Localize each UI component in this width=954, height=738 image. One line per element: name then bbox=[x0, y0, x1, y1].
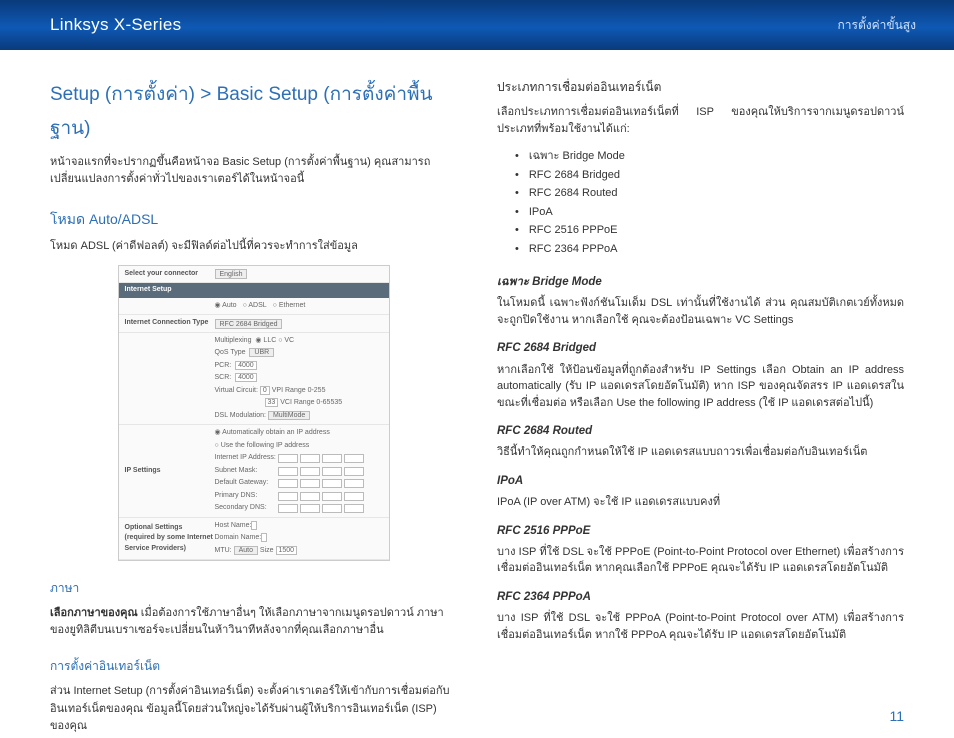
page-number: 11 bbox=[889, 708, 904, 724]
list-item: RFC 2684 Bridged bbox=[515, 166, 904, 185]
sub-2684r-p: วิธีนี้ทำให้คุณถูกกำหนดให้ใช้ IP แอดเดรส… bbox=[497, 444, 904, 461]
page-title: Setup (การตั้งค่า) > Basic Setup (การตั้… bbox=[50, 78, 457, 146]
settings-screenshot: Select your connectorEnglish Internet Se… bbox=[118, 265, 390, 562]
sub-pppoa-p: บาง ISP ที่ใช้ DSL จะใช้ PPPoA (Point-to… bbox=[497, 610, 904, 643]
list-item: RFC 2684 Routed bbox=[515, 184, 904, 203]
list-item: RFC 2516 PPPoE bbox=[515, 221, 904, 240]
sub-pppoe-h: RFC 2516 PPPoE bbox=[497, 523, 904, 540]
header-subtitle: การตั้งค่าขั้นสูง bbox=[838, 16, 916, 35]
sub-pppoa-h: RFC 2364 PPPoA bbox=[497, 589, 904, 606]
sub-2684b-h: RFC 2684 Bridged bbox=[497, 340, 904, 357]
shot-ips: IP Settings bbox=[125, 466, 215, 477]
mode-heading: โหมด Auto/ADSL bbox=[50, 209, 457, 230]
page-body: Setup (การตั้งค่า) > Basic Setup (การตั้… bbox=[0, 50, 954, 735]
sub-pppoe-p: บาง ISP ที่ใช้ DSL จะใช้ PPPoE (Point-to… bbox=[497, 544, 904, 577]
shot-dsl: DSL Modulation: bbox=[215, 412, 267, 419]
sub-2684b-p: หากเลือกใช้ ให้ป้อนข้อมูลที่ถูกต้องสำหรั… bbox=[497, 362, 904, 412]
shot-opt-auto: Auto bbox=[222, 302, 236, 309]
conn-type-list: เฉพาะ Bridge Mode RFC 2684 Bridged RFC 2… bbox=[515, 147, 904, 258]
shot-scr: SCR: bbox=[215, 374, 232, 381]
sub-ipoa-p: IPoA (IP over ATM) จะใช้ IP แอดเดรสแบบคง… bbox=[497, 494, 904, 511]
internet-heading: การตั้งค่าอินเทอร์เน็ต bbox=[50, 657, 457, 675]
conn-type-heading: ประเภทการเชื่อมต่ออินเทอร์เน็ต bbox=[497, 78, 904, 96]
conn-type-text: เลือกประเภทการเชื่อมต่ออินเทอร์เน็ตที่ I… bbox=[497, 104, 904, 137]
sub-ipoa-h: IPoA bbox=[497, 473, 904, 490]
mode-desc: โหมด ADSL (ค่าดีฟอลต์) จะมีฟิลด์ต่อไปนี้… bbox=[50, 238, 457, 255]
shot-opt: Optional Settings (required by some Inte… bbox=[125, 523, 215, 555]
shot-opt-eth: Ethernet bbox=[279, 302, 305, 309]
language-bold: เลือกภาษาของคุณ bbox=[50, 607, 138, 619]
list-item: RFC 2364 PPPoA bbox=[515, 240, 904, 259]
shot-opt-adsl: ADSL bbox=[248, 302, 266, 309]
internet-text: ส่วน Internet Setup (การตั้งค่าอินเทอร์เ… bbox=[50, 683, 457, 734]
language-text: เลือกภาษาของคุณ เมื่อต้องการใช้ภาษาอื่นๆ… bbox=[50, 605, 457, 639]
shot-vc: Virtual Circuit: bbox=[215, 387, 258, 394]
shot-conn-val: RFC 2684 Bridged bbox=[215, 319, 283, 329]
right-column: ประเภทการเชื่อมต่ออินเทอร์เน็ต เลือกประเ… bbox=[497, 78, 904, 735]
left-column: Setup (การตั้งค่า) > Basic Setup (การตั้… bbox=[50, 78, 457, 735]
page-header: Linksys X-Series การตั้งค่าขั้นสูง bbox=[0, 0, 954, 50]
shot-section-bar: Internet Setup bbox=[119, 283, 389, 298]
shot-qos: QoS Type bbox=[215, 349, 246, 356]
shot-mpx: Multiplexing bbox=[215, 337, 252, 344]
language-heading: ภาษา bbox=[50, 579, 457, 597]
shot-lang-label: Select your connector bbox=[125, 269, 215, 280]
intro-text: หน้าจอแรกที่จะปรากฏขึ้นคือหน้าจอ Basic S… bbox=[50, 154, 457, 187]
sub-bridge-p: ในโหมดนี้ เฉพาะฟังก์ชันโมเด็ม DSL เท่านั… bbox=[497, 295, 904, 328]
shot-lang-val: English bbox=[215, 269, 248, 279]
list-item: IPoA bbox=[515, 203, 904, 222]
sub-bridge-h: เฉพาะ Bridge Mode bbox=[497, 274, 904, 291]
shot-pcr: PCR: bbox=[215, 362, 232, 369]
header-title: Linksys X-Series bbox=[50, 15, 181, 35]
list-item: เฉพาะ Bridge Mode bbox=[515, 147, 904, 166]
sub-2684r-h: RFC 2684 Routed bbox=[497, 423, 904, 440]
shot-conn-label: Internet Connection Type bbox=[125, 318, 215, 329]
